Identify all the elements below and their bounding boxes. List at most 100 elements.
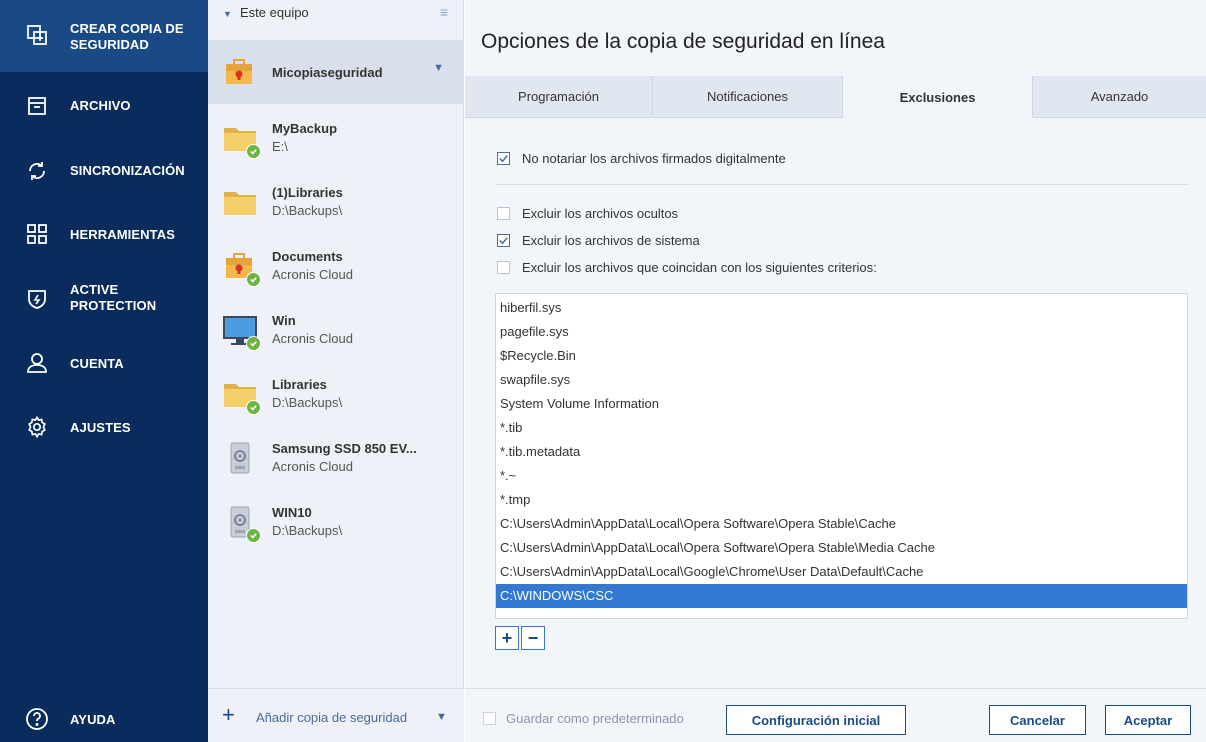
divider <box>495 184 1188 185</box>
list-item[interactable]: System Volume Information <box>496 392 1187 416</box>
sync-icon <box>24 158 50 184</box>
chevron-down-icon[interactable]: ▼ <box>436 711 447 723</box>
archive-icon <box>24 93 50 119</box>
nav-label-settings: AJUSTES <box>70 420 131 435</box>
list-item[interactable]: *.~ <box>496 464 1187 488</box>
backup-item[interactable]: MyBackup E:\ <box>208 110 464 174</box>
backup-location: E:\ <box>272 139 288 154</box>
add-remove-group: + − <box>495 626 545 650</box>
nav-tools[interactable]: HERRAMIENTAS <box>0 204 208 264</box>
nav-label-sync: SINCRONIZACIÓN <box>70 163 185 178</box>
grid-icon <box>24 221 50 247</box>
tab-notifications[interactable]: Notificaciones <box>653 76 843 118</box>
accept-button[interactable]: Aceptar <box>1105 705 1191 735</box>
backup-list-title: Este equipo <box>240 5 309 20</box>
list-item[interactable]: C:\Users\Admin\AppData\Local\Opera Softw… <box>496 512 1187 536</box>
user-icon <box>24 350 50 376</box>
nav-settings[interactable]: AJUSTES <box>0 398 208 458</box>
nav-label-help: AYUDA <box>70 712 116 727</box>
tab-exclusions[interactable]: Exclusiones <box>843 76 1033 118</box>
briefcase-icon <box>222 54 258 90</box>
plus-icon: + <box>222 702 235 727</box>
option-label: Excluir los archivos de sistema <box>522 233 700 248</box>
list-item[interactable]: $Recycle.Bin <box>496 344 1187 368</box>
exclude-criteria-option[interactable]: Excluir los archivos que coincidan con l… <box>497 260 877 275</box>
save-default-option[interactable]: Guardar como predeterminado <box>483 711 684 726</box>
option-label: Excluir los archivos que coincidan con l… <box>522 260 877 275</box>
list-item[interactable]: pagefile.sys <box>496 320 1187 344</box>
nav-backup[interactable]: CREAR COPIA DE SEGURIDAD <box>0 0 208 72</box>
check-icon <box>499 237 508 245</box>
backup-item[interactable]: (1)Libraries D:\Backups\ <box>208 174 464 238</box>
exclude-system-option[interactable]: Excluir los archivos de sistema <box>497 233 700 248</box>
list-item[interactable]: swapfile.sys <box>496 368 1187 392</box>
success-check-icon <box>246 528 261 543</box>
backup-location: Acronis Cloud <box>272 459 353 474</box>
backup-name: Samsung SSD 850 EV... <box>272 441 417 456</box>
backup-location: Acronis Cloud <box>272 331 353 346</box>
list-item[interactable]: *.tib.metadata <box>496 440 1187 464</box>
backup-item[interactable]: Micopiaseguridad ▼ <box>208 40 464 104</box>
checkbox[interactable] <box>497 234 510 247</box>
page-title: Opciones de la copia de seguridad en lín… <box>481 30 885 53</box>
backup-name: Documents <box>272 249 343 264</box>
list-item[interactable]: C:\Users\Admin\AppData\Local\Opera Softw… <box>496 536 1187 560</box>
backup-location: D:\Backups\ <box>272 395 343 410</box>
no-notarize-option[interactable]: No notariar los archivos firmados digita… <box>497 151 786 166</box>
add-backup-button[interactable]: + Añadir copia de seguridad ▼ <box>208 688 464 742</box>
save-default-label: Guardar como predeterminado <box>506 711 684 726</box>
add-backup-label: Añadir copia de seguridad <box>256 710 408 725</box>
backup-name: Libraries <box>272 377 327 392</box>
dialog-footer: Guardar como predeterminado Configuració… <box>465 688 1206 742</box>
checkbox[interactable] <box>497 207 510 220</box>
backup-location: D:\Backups\ <box>272 523 343 538</box>
backup-location: Acronis Cloud <box>272 267 353 282</box>
backup-item[interactable]: Libraries D:\Backups\ <box>208 366 464 430</box>
list-item[interactable]: hiberfil.sys <box>496 296 1187 320</box>
folder-icon <box>222 184 258 220</box>
checkbox[interactable] <box>497 261 510 274</box>
collapse-triangle-icon[interactable]: ▼ <box>223 9 232 19</box>
chevron-down-icon[interactable]: ▼ <box>433 62 444 74</box>
exclusions-content: No notariar los archivos firmados digita… <box>465 118 1206 688</box>
list-item[interactable]: C:\Users\Admin\AppData\Local\Google\Chro… <box>496 560 1187 584</box>
remove-exclusion-button[interactable]: − <box>521 626 545 650</box>
backup-item[interactable]: WIN10 D:\Backups\ <box>208 494 464 558</box>
backup-name: (1)Libraries <box>272 185 343 200</box>
list-item[interactable]: *.tib <box>496 416 1187 440</box>
copy-icon <box>24 22 50 48</box>
nav-account[interactable]: CUENTA <box>0 334 208 394</box>
success-check-icon <box>246 336 261 351</box>
help-icon <box>24 706 50 732</box>
nav-label-tools: HERRAMIENTAS <box>70 227 175 242</box>
backup-list-header[interactable]: ▼ Este equipo ≡ <box>208 0 464 40</box>
backup-item[interactable]: Documents Acronis Cloud <box>208 238 464 302</box>
tab-advanced[interactable]: Avanzado <box>1033 76 1206 118</box>
nav-sync[interactable]: SINCRONIZACIÓN <box>0 140 208 200</box>
menu-icon[interactable]: ≡ <box>440 4 448 20</box>
nav-active-protection[interactable]: ACTIVE PROTECTION <box>0 268 208 332</box>
nav-archive[interactable]: ARCHIVO <box>0 76 208 136</box>
sidebar: CREAR COPIA DE SEGURIDAD ARCHIVO SINCRON… <box>0 0 208 742</box>
initial-config-button[interactable]: Configuración inicial <box>726 705 906 735</box>
checkbox[interactable] <box>483 712 496 725</box>
tab-schedule[interactable]: Programación <box>465 76 653 118</box>
nav-label-backup: CREAR COPIA DE SEGURIDAD <box>70 21 184 52</box>
success-check-icon <box>246 400 261 415</box>
checkbox[interactable] <box>497 152 510 165</box>
nav-label-active-protection: ACTIVE PROTECTION <box>70 282 157 313</box>
backup-item[interactable]: Samsung SSD 850 EV... Acronis Cloud <box>208 430 464 494</box>
success-check-icon <box>246 144 261 159</box>
nav-help[interactable]: AYUDA <box>0 696 208 742</box>
exclusion-list[interactable]: hiberfil.sys pagefile.sys $Recycle.Bin s… <box>495 293 1188 619</box>
tab-bar: Programación Notificaciones Exclusiones … <box>465 76 1206 118</box>
option-label: Excluir los archivos ocultos <box>522 206 679 221</box>
backup-list-panel: ▼ Este equipo ≡ Micopiaseguridad ▼ MyBac… <box>208 0 464 742</box>
list-item[interactable]: *.tmp <box>496 488 1187 512</box>
add-exclusion-button[interactable]: + <box>495 626 519 650</box>
exclude-hidden-option[interactable]: Excluir los archivos ocultos <box>497 206 678 221</box>
cancel-button[interactable]: Cancelar <box>989 705 1086 735</box>
backup-item[interactable]: Win Acronis Cloud <box>208 302 464 366</box>
list-item-selected[interactable]: C:\WINDOWS\CSC <box>496 584 1187 608</box>
backup-name: Micopiaseguridad <box>272 65 383 80</box>
